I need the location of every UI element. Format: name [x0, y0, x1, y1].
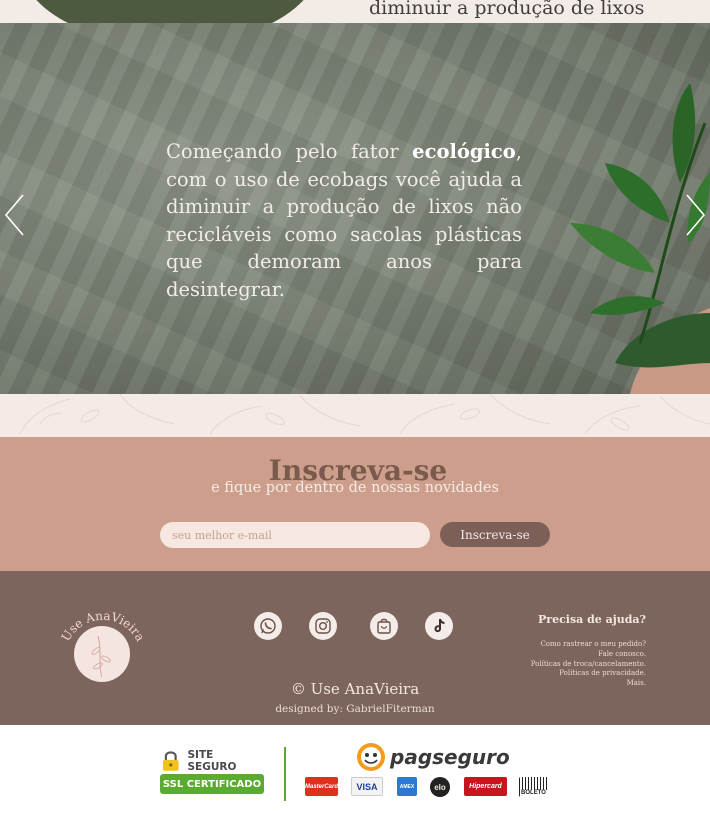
chevron-left-icon: [4, 194, 24, 236]
pagseguro-logo: pagseguro: [356, 742, 510, 772]
designer-credit: designed by: GabrielFiterman: [275, 703, 435, 715]
leaf-pattern: [19, 394, 710, 435]
email-input[interactable]: [160, 522, 430, 548]
brand-logo: Use AnaVieira: [59, 611, 147, 682]
hero-text-highlight: ecológico: [412, 140, 516, 163]
hero-carousel: Começando pelo fator ecológico, com o us…: [0, 23, 710, 394]
carousel-next-button[interactable]: [684, 193, 708, 237]
ssl-certificado-text: SSL CERTIFICADO: [160, 774, 264, 794]
help-link-more[interactable]: Mais.: [531, 679, 646, 689]
tiktok-link[interactable]: [425, 612, 453, 640]
help-link-track-order[interactable]: Como rastrear o meu pedido?: [531, 640, 646, 650]
hero-text-body: , com o uso de ecobags você ajuda a dimi…: [166, 140, 522, 301]
site-seguro-text: SITE SEGURO: [187, 749, 237, 773]
visa-logo: VISA: [351, 777, 383, 796]
carousel-prev-button[interactable]: [3, 193, 27, 237]
plant-hand-image: [570, 83, 710, 394]
hero-text: Começando pelo fator ecológico, com o us…: [166, 138, 522, 303]
boleto-logo: BOLETO: [519, 777, 548, 797]
hero-text-intro: Começando pelo fator: [166, 140, 413, 163]
newsletter-section: Inscreva-se e fique por dentro de nossas…: [0, 437, 710, 571]
top-strip: diminuir a produção de lixos: [0, 0, 710, 23]
tiktok-icon: [434, 618, 445, 633]
help-title: Precisa de ajuda?: [538, 613, 646, 626]
shop-link[interactable]: [370, 612, 398, 640]
trust-bar: SITE SEGURO SSL CERTIFICADO pagseguro Ma…: [0, 725, 710, 813]
padlock-icon: [162, 751, 179, 771]
decorative-blob: [20, 0, 320, 23]
help-link-returns-policy[interactable]: Políticas de troca/cancelamento.: [531, 660, 646, 670]
pagseguro-icon: [357, 743, 385, 771]
pagseguro-text: pagseguro: [390, 745, 510, 769]
newsletter-subtitle: e fique por dentro de nossas novidades: [211, 480, 499, 496]
leaf-pattern-band: [0, 394, 710, 437]
top-strip-text: diminuir a produção de lixos: [369, 0, 645, 19]
trust-divider: [284, 747, 286, 801]
mastercard-logo: MasterCard: [305, 777, 338, 796]
help-link-contact[interactable]: Fale conosco.: [531, 650, 646, 660]
whatsapp-icon: [260, 618, 276, 634]
help-links: Como rastrear o meu pedido? Fale conosco…: [531, 640, 646, 689]
help-link-privacy-policy[interactable]: Políticas de privacidade.: [531, 669, 646, 679]
instagram-icon: [315, 618, 331, 634]
whatsapp-link[interactable]: [254, 612, 282, 640]
shopping-bag-icon: [377, 618, 391, 634]
footer: Use AnaVieira © Use AnaVieira designed b…: [0, 571, 710, 725]
hipercard-logo: Hipercard: [464, 777, 507, 796]
ssl-badge: SITE SEGURO SSL CERTIFICADO: [160, 749, 264, 796]
boleto-label: BOLETO: [520, 790, 547, 797]
site-seguro-label: SITE SEGURO: [160, 749, 264, 773]
subscribe-button[interactable]: Inscreva-se: [440, 522, 550, 547]
chevron-right-icon: [686, 194, 706, 236]
amex-logo: AMEX: [397, 777, 417, 796]
instagram-link[interactable]: [309, 612, 337, 640]
elo-logo: elo: [430, 777, 450, 797]
